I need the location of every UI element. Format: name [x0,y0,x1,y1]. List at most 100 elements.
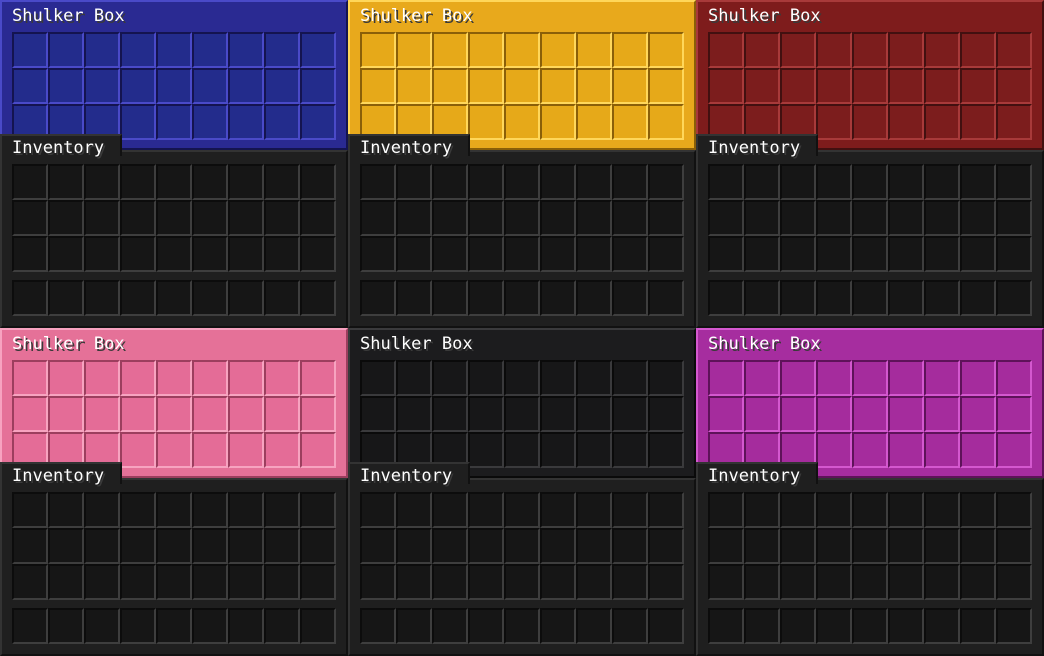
shulker-slot[interactable] [264,32,300,68]
shulker-slot[interactable] [84,396,120,432]
hotbar-slot[interactable] [12,608,48,644]
shulker-slot[interactable] [396,32,432,68]
shulker-slot[interactable] [360,68,396,104]
shulker-slot[interactable] [816,360,852,396]
inventory-slot[interactable] [504,164,540,200]
inventory-slot[interactable] [12,492,48,528]
inventory-slot[interactable] [816,564,852,600]
inventory-slot[interactable] [708,236,744,272]
hotbar-slot[interactable] [852,280,888,316]
shulker-slot[interactable] [504,432,540,468]
hotbar-slot[interactable] [708,280,744,316]
shulker-slot[interactable] [540,360,576,396]
inventory-slot[interactable] [816,236,852,272]
inventory-slot[interactable] [744,164,780,200]
shulker-slot[interactable] [960,32,996,68]
inventory-slot[interactable] [852,200,888,236]
shulker-slot[interactable] [924,396,960,432]
hotbar-slot[interactable] [156,608,192,644]
shulker-slot[interactable] [228,396,264,432]
hotbar-slot[interactable] [432,280,468,316]
shulker-slot[interactable] [648,360,684,396]
shulker-slot[interactable] [396,396,432,432]
shulker-slot[interactable] [432,396,468,432]
inventory-slot[interactable] [48,200,84,236]
shulker-slot[interactable] [612,104,648,140]
inventory-slot[interactable] [156,164,192,200]
shulker-slot[interactable] [120,32,156,68]
inventory-slot[interactable] [504,528,540,564]
hotbar-slot[interactable] [780,608,816,644]
shulker-slot[interactable] [432,68,468,104]
inventory-slot[interactable] [888,564,924,600]
shulker-slot[interactable] [780,32,816,68]
hotbar-slot[interactable] [816,280,852,316]
inventory-slot[interactable] [612,164,648,200]
shulker-slot[interactable] [576,68,612,104]
inventory-slot[interactable] [156,492,192,528]
inventory-slot[interactable] [228,200,264,236]
inventory-slot[interactable] [888,492,924,528]
hotbar-slot[interactable] [504,608,540,644]
shulker-slot[interactable] [576,104,612,140]
inventory-slot[interactable] [192,492,228,528]
inventory-slot[interactable] [300,528,336,564]
hotbar-slot[interactable] [120,280,156,316]
inventory-slot[interactable] [780,200,816,236]
hotbar-slot[interactable] [300,608,336,644]
inventory-slot[interactable] [228,564,264,600]
shulker-slot[interactable] [612,32,648,68]
inventory-slot[interactable] [960,528,996,564]
shulker-slot[interactable] [432,32,468,68]
hotbar-slot[interactable] [852,608,888,644]
inventory-slot[interactable] [264,528,300,564]
inventory-slot[interactable] [264,200,300,236]
inventory-slot[interactable] [612,528,648,564]
inventory-slot[interactable] [852,564,888,600]
shulker-slot[interactable] [576,432,612,468]
inventory-slot[interactable] [852,164,888,200]
inventory-slot[interactable] [960,236,996,272]
inventory-slot[interactable] [396,564,432,600]
inventory-slot[interactable] [192,200,228,236]
hotbar-slot[interactable] [888,280,924,316]
inventory-slot[interactable] [432,492,468,528]
shulker-slot[interactable] [228,104,264,140]
shulker-slot[interactable] [504,104,540,140]
hotbar-slot[interactable] [192,280,228,316]
inventory-slot[interactable] [84,236,120,272]
inventory-slot[interactable] [888,164,924,200]
shulker-slot[interactable] [744,396,780,432]
inventory-slot[interactable] [648,164,684,200]
inventory-slot[interactable] [300,236,336,272]
inventory-slot[interactable] [504,492,540,528]
inventory-slot[interactable] [648,236,684,272]
inventory-slot[interactable] [648,564,684,600]
shulker-slot[interactable] [924,32,960,68]
inventory-slot[interactable] [468,564,504,600]
shulker-slot[interactable] [504,32,540,68]
inventory-slot[interactable] [468,200,504,236]
hotbar-slot[interactable] [360,608,396,644]
shulker-slot[interactable] [48,396,84,432]
inventory-slot[interactable] [84,528,120,564]
inventory-slot[interactable] [576,564,612,600]
shulker-slot[interactable] [816,32,852,68]
shulker-slot[interactable] [888,68,924,104]
shulker-slot[interactable] [120,432,156,468]
shulker-slot[interactable] [540,32,576,68]
inventory-slot[interactable] [48,164,84,200]
shulker-slot[interactable] [612,68,648,104]
shulker-slot[interactable] [300,68,336,104]
inventory-slot[interactable] [468,236,504,272]
hotbar-slot[interactable] [360,280,396,316]
shulker-slot[interactable] [192,68,228,104]
inventory-slot[interactable] [888,528,924,564]
shulker-slot[interactable] [468,360,504,396]
hotbar-slot[interactable] [996,608,1032,644]
shulker-slot[interactable] [192,432,228,468]
shulker-slot[interactable] [852,432,888,468]
shulker-slot[interactable] [300,360,336,396]
hotbar-slot[interactable] [396,280,432,316]
shulker-slot[interactable] [468,32,504,68]
